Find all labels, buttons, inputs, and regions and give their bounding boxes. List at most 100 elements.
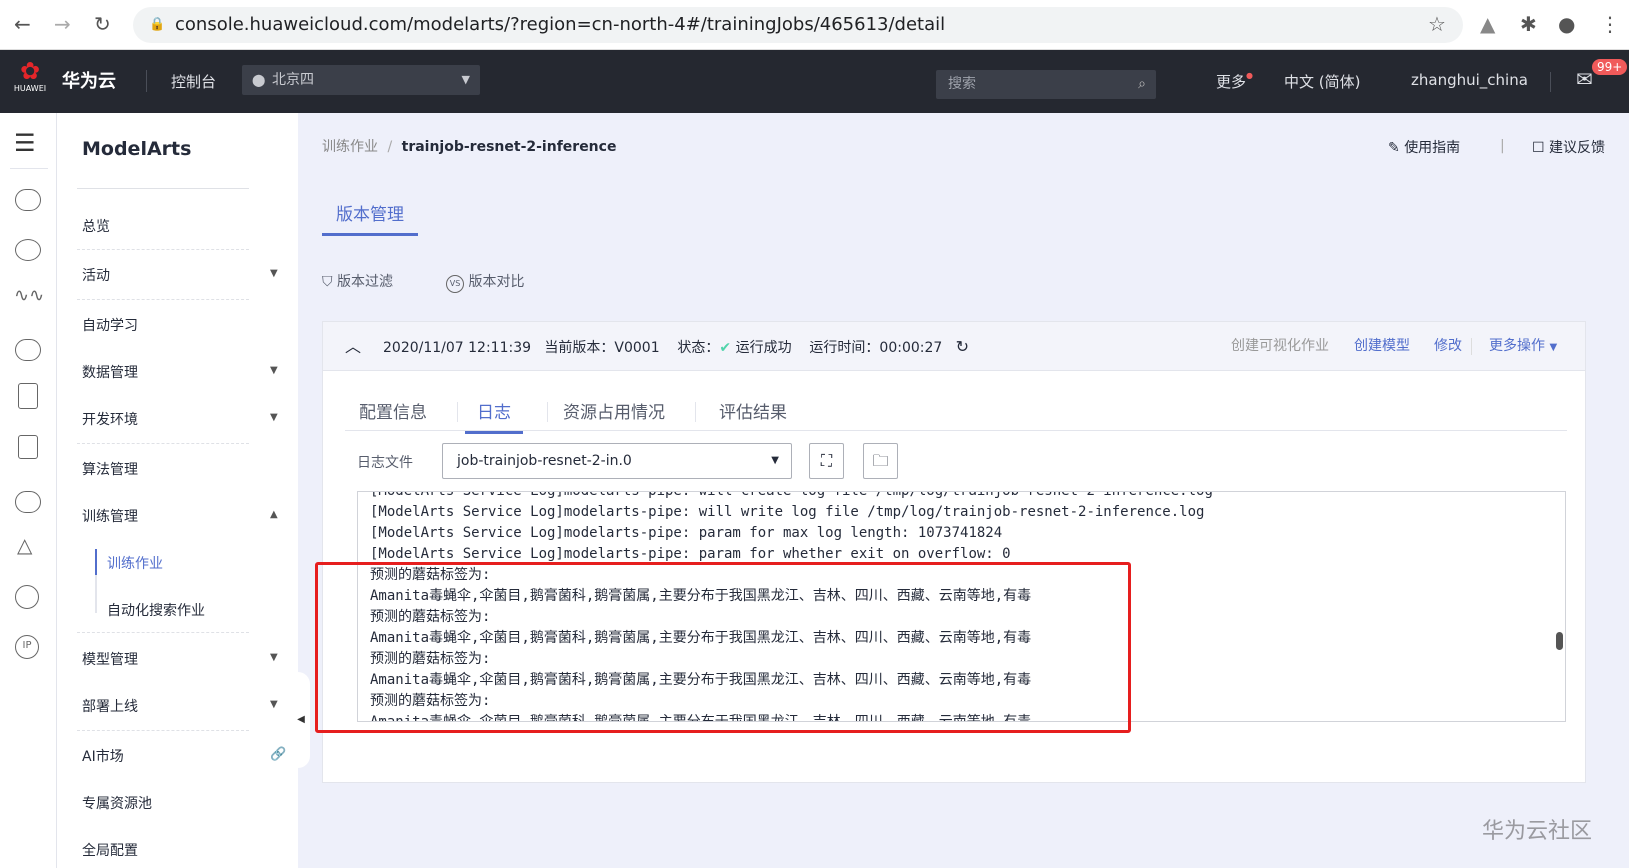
pyramid-icon[interactable]: △ [17,533,32,557]
chevron-down-icon[interactable]: ▼ [270,412,278,423]
log-line: [ModelArts Service Log]modelarts-pipe: p… [370,525,1003,541]
sidebar-item-models[interactable]: 模型管理 [82,649,138,669]
user-menu[interactable]: zhanghui_china [1411,71,1528,89]
sidebar-item-data[interactable]: 数据管理 [82,362,138,382]
url-text: console.huaweicloud.com/modelarts/?regio… [175,14,946,35]
collapse-sidebar-handle[interactable]: ◀ [292,672,310,768]
wave-icon[interactable]: ∿∿ [14,285,44,306]
sidebar-item-auto-search-jobs[interactable]: 自动化搜索作业 [107,600,205,620]
sidebar-item-training[interactable]: 训练管理 [82,506,138,526]
more-actions-label: 更多操作 [1489,338,1545,354]
bookmark-star-icon[interactable]: ☆ [1428,12,1446,36]
backup-icon[interactable] [18,435,38,459]
top-navigation: ✿ HUAWEI 华为云 控制台 ⬤ 北京四 ▼ 搜索 ⌕ 更多● 中文 (简体) z… [0,50,1629,113]
sidebar-item-algorithms[interactable]: 算法管理 [82,459,138,479]
feedback-link[interactable]: ☐ 建议反馈 [1532,137,1605,157]
divider [457,402,458,422]
more-menu[interactable]: 更多● [1216,71,1253,92]
vs-icon: VS [446,275,464,293]
sidebar-item-activity[interactable]: 活动 [82,265,110,285]
search-placeholder: 搜索 [948,76,976,92]
storage-icon[interactable] [15,339,41,361]
fullscreen-button[interactable]: ⛶ [809,443,844,479]
refresh-icon[interactable]: ↻ [956,337,969,356]
cluster-icon[interactable] [15,239,41,261]
sidebar-item-training-jobs[interactable]: 训练作业 [107,553,163,573]
sidebar-item-dev-env[interactable]: 开发环境 [82,409,138,429]
chevron-down-icon[interactable]: ▼ [270,268,278,279]
sidebar-title: ModelArts [82,138,192,160]
notification-dot: ● [1246,71,1253,80]
brand-name[interactable]: 华为云 [62,67,116,93]
tab-config-info[interactable]: 配置信息 [359,398,427,423]
guide-link[interactable]: ✎ 使用指南 [1388,137,1460,157]
divider [77,632,249,633]
chevron-down-icon[interactable]: ▼ [270,699,278,710]
sidebar-item-dedicated-pool[interactable]: 专属资源池 [82,793,152,813]
reload-icon[interactable]: ↻ [94,12,111,36]
watermark: 华为云社区 [1482,819,1593,844]
huawei-logo[interactable]: ✿ HUAWEI [12,58,48,93]
region-select[interactable]: ⬤ 北京四 ▼ [242,65,480,95]
cloud-icon[interactable] [15,491,41,513]
chevron-down-icon: ▼ [771,455,779,466]
version-compare-button[interactable]: VS 版本对比 [446,271,524,293]
language-select[interactable]: 中文 (简体) [1284,71,1360,92]
profile-icon[interactable]: ● [1558,12,1575,36]
forward-icon[interactable]: → [54,12,71,36]
divider [10,168,48,169]
back-icon[interactable]: ← [14,12,31,36]
link-icon: 🔗 [270,747,287,762]
breadcrumb: 训练作业 / trainjob-resnet-2-inference [322,136,616,156]
divider [547,402,548,422]
create-model-button[interactable]: 创建模型 [1354,322,1410,371]
scrollbar-thumb[interactable] [1556,632,1563,650]
sidebar: ModelArts 总览 活动 ▼ 自动学习 数据管理 ▼ 开发环境 ▼ 算法管理 训… [57,113,298,868]
version-value: V0001 [614,340,660,356]
search-icon[interactable]: ⌕ [1138,70,1146,99]
chevron-down-icon[interactable]: ▼ [270,652,278,663]
create-visualization-button[interactable]: 创建可视化作业 [1231,322,1329,371]
divider [77,730,249,731]
sidebar-item-ai-market[interactable]: AI市场 [82,746,124,766]
drive-icon[interactable]: ▲ [1480,12,1495,36]
log-file-select[interactable]: job-trainjob-resnet-2-in.0 ▼ [442,443,792,479]
tab-logs[interactable]: 日志 [465,398,523,434]
address-bar[interactable]: 🔒 console.huaweicloud.com/modelarts/?regi… [133,7,1463,43]
chevron-down-icon[interactable]: ▼ [270,365,278,376]
breadcrumb-separator: / [387,139,393,155]
sidebar-item-overview[interactable]: 总览 [82,216,110,236]
flower-icon: ✿ [19,57,41,85]
log-file-label: 日志文件 [357,455,413,471]
search-input[interactable]: 搜索 ⌕ [936,70,1156,99]
globe-icon[interactable] [15,585,39,609]
tab-version-management[interactable]: 版本管理 [322,200,418,236]
version-filter-button[interactable]: ⛉ 版本过滤 [322,271,393,291]
log-line: [ModelArts Service Log]modelarts-pipe: w… [370,491,1213,499]
chevron-down-icon: ▼ [1549,342,1558,353]
tab-resource-usage[interactable]: 资源占用情况 [563,398,665,423]
ip-icon[interactable]: IP [15,635,39,659]
filter-icon: ⛉ [322,274,333,290]
download-button[interactable]: 🗀 [863,443,898,479]
extensions-icon[interactable]: ✱ [1520,12,1537,36]
divider [695,402,696,422]
sidebar-item-deploy[interactable]: 部署上线 [82,696,138,716]
chevron-up-icon[interactable]: ▲ [270,509,278,520]
menu-dots-icon[interactable]: ⋮ [1600,12,1620,36]
console-link[interactable]: 控制台 [171,71,216,92]
collapse-chevron-up-icon[interactable]: ︿ [345,322,361,371]
log-line: [ModelArts Service Log]modelarts-pipe: w… [370,504,1205,520]
sidebar-item-auto-learning[interactable]: 自动学习 [82,315,138,335]
tab-evaluation[interactable]: 评估结果 [719,398,787,423]
cloud-server-icon[interactable] [15,189,41,211]
divider [146,70,147,92]
divider [1550,72,1551,92]
breadcrumb-parent[interactable]: 训练作业 [322,139,378,155]
sidebar-item-global-config[interactable]: 全局配置 [82,840,138,860]
modify-button[interactable]: 修改 [1434,322,1462,371]
disk-icon[interactable] [18,383,38,409]
mail-icon[interactable]: ✉ [1576,67,1593,91]
hamburger-menu-icon[interactable]: ☰ [14,129,36,157]
more-actions-button[interactable]: 更多操作 ▼ [1489,322,1557,372]
